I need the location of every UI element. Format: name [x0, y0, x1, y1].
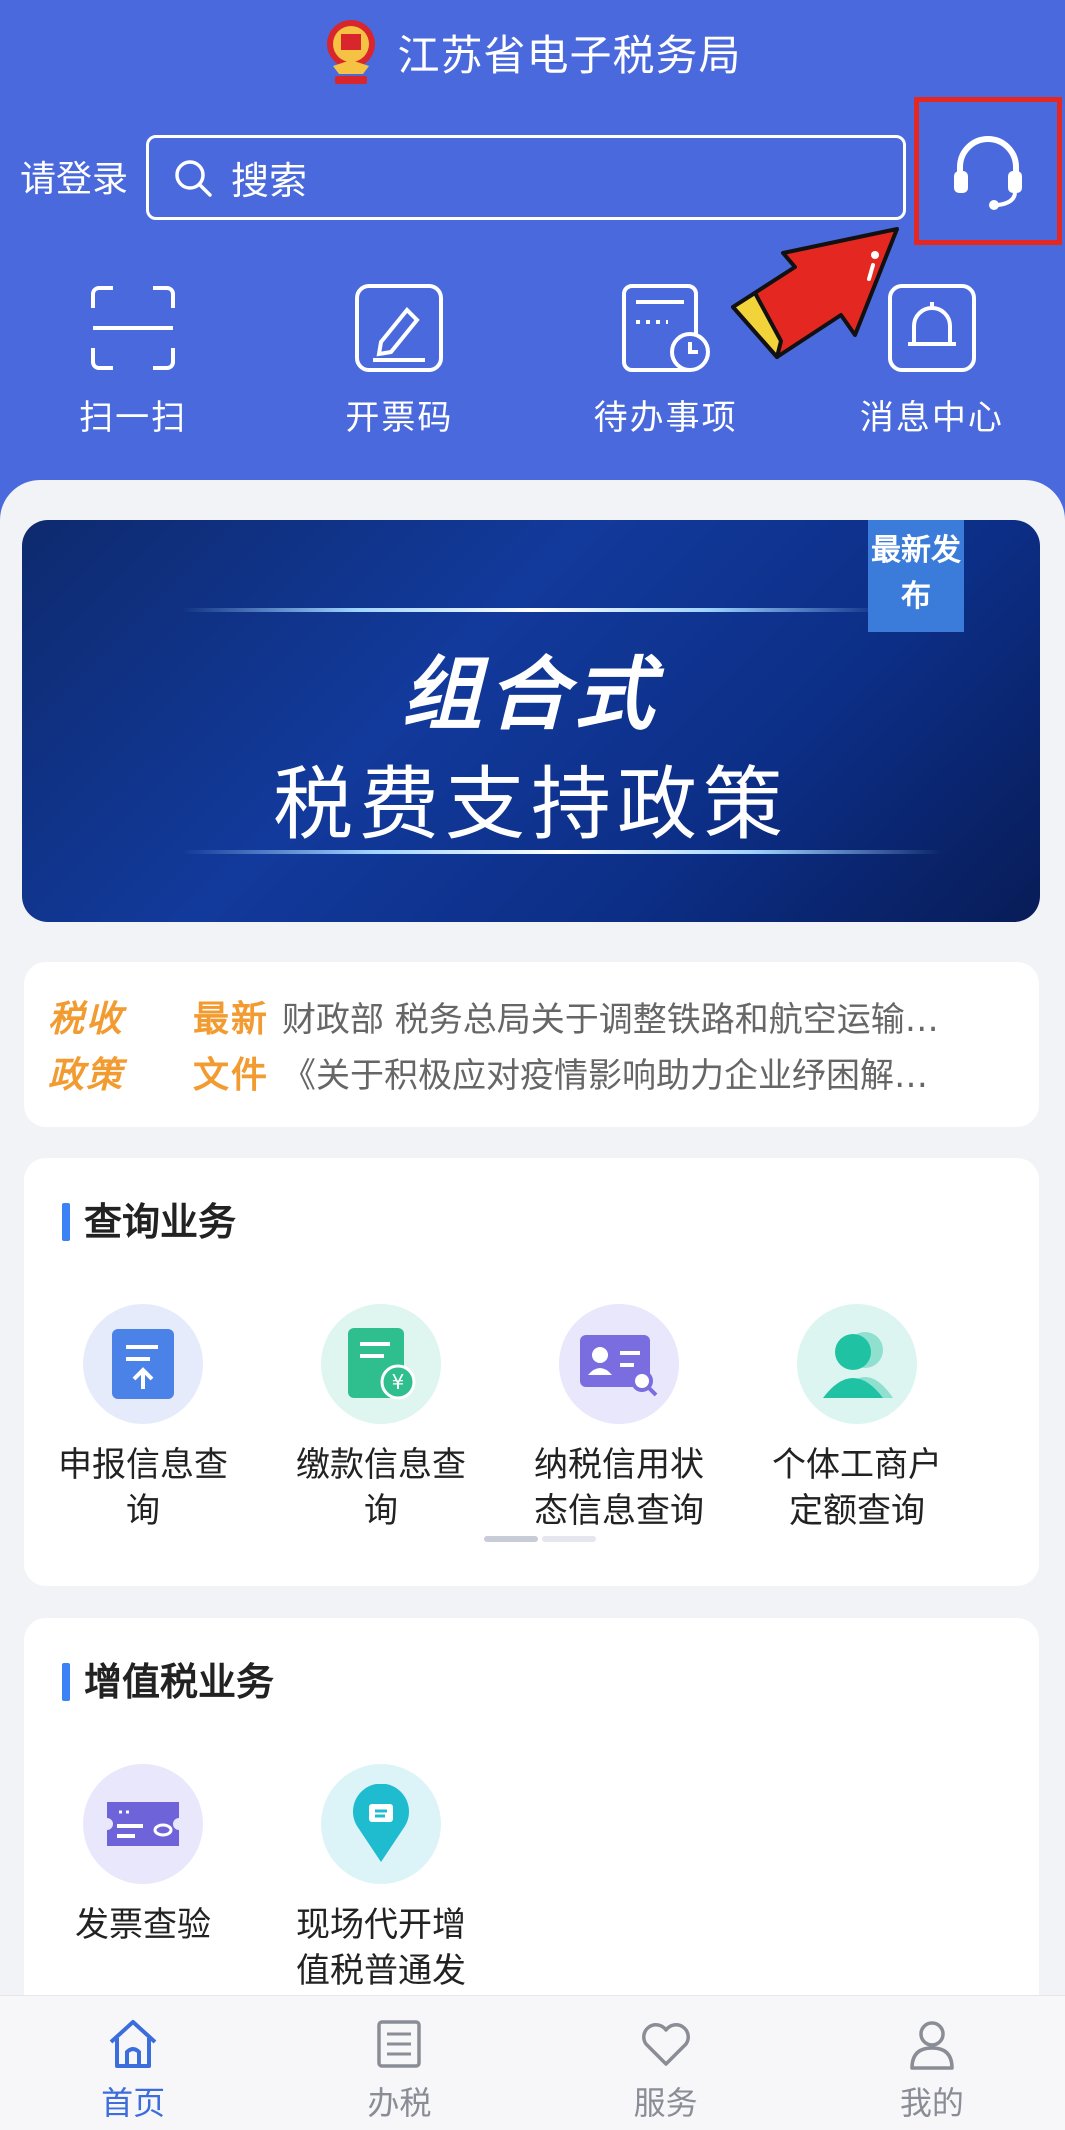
quick-action-messages[interactable]: 消息中心 — [799, 280, 1065, 450]
title-bar: 江苏省电子税务局 — [0, 12, 1065, 92]
banner-subheadline: 税费支持政策 — [273, 758, 789, 851]
tab-label: 我的 — [899, 2084, 964, 2122]
bottom-tab-bar: 首页 办税 服务 我的 — [0, 1995, 1065, 2130]
service-credit-query[interactable]: 纳税信用状态信息查询 — [500, 1304, 738, 1534]
banner-light-line — [182, 608, 882, 612]
quick-action-scan[interactable]: 扫一扫 — [0, 280, 266, 450]
banner-tag: 最新发布 — [868, 520, 964, 632]
service-quota-query[interactable]: 个体工商户定额查询 — [738, 1304, 976, 1534]
section-title: 增值税业务 — [62, 1658, 274, 1706]
list-icon — [377, 2020, 422, 2068]
search-input[interactable]: 搜索 — [146, 135, 906, 220]
service-label: 现场代开增值税普通发 — [296, 1905, 466, 1991]
quick-action-label: 扫一扫 — [79, 398, 188, 438]
person-icon — [797, 1304, 917, 1424]
quick-action-invoice-code[interactable]: 开票码 — [266, 280, 532, 450]
scan-icon — [91, 286, 176, 370]
tab-mine[interactable]: 我的 — [799, 1996, 1065, 2130]
news-badge-latest: 最新文件 — [193, 999, 270, 1096]
quick-action-todo[interactable]: 待办事项 — [533, 280, 799, 450]
home-icon — [109, 2020, 157, 2068]
invoice-check-icon — [83, 1764, 203, 1884]
login-link[interactable]: 请登录 — [20, 150, 128, 202]
tab-home[interactable]: 首页 — [0, 1996, 266, 2130]
search-icon — [175, 159, 212, 197]
tab-label: 服务 — [633, 2084, 698, 2122]
service-invoice-check[interactable]: 发票查验 — [24, 1764, 262, 1994]
news-ticker[interactable]: 税收政策 最新文件 财政部 税务总局关于调整铁路和航空运输… 《关于积极应对疫情… — [24, 962, 1039, 1127]
tab-label: 首页 — [101, 2084, 166, 2122]
headset-icon — [954, 136, 1022, 210]
page-indicator — [484, 1536, 596, 1542]
service-label: 缴款信息查询 — [296, 1445, 466, 1531]
quick-action-label: 开票码 — [345, 398, 454, 438]
service-onsite-invoice[interactable]: 现场代开增值税普通发 — [262, 1764, 500, 1994]
todo-icon — [621, 284, 710, 372]
tab-services[interactable]: 服务 — [533, 1996, 799, 2130]
bell-icon — [887, 284, 976, 372]
heart-icon — [641, 2023, 690, 2066]
query-services-grid: 申报信息查询 ¥ 缴款信息查询 纳税信用状态信息查询 个体工商户定额查询 — [24, 1304, 1039, 1534]
payment-icon: ¥ — [321, 1304, 441, 1424]
service-label: 发票查验 — [75, 1905, 211, 1945]
svg-text:¥: ¥ — [392, 1370, 405, 1394]
credit-card-icon — [559, 1304, 679, 1424]
invoice-code-icon — [355, 284, 444, 372]
policy-banner[interactable]: 最新发布 组合式 税费支持政策 — [22, 520, 1040, 922]
news-badge-policy: 税收政策 — [48, 999, 125, 1096]
tab-tax[interactable]: 办税 — [266, 1996, 532, 2130]
service-declaration-query[interactable]: 申报信息查询 — [24, 1304, 262, 1534]
service-label: 纳税信用状态信息查询 — [534, 1445, 704, 1531]
service-label: 个体工商户定额查询 — [772, 1445, 942, 1531]
banner-headline: 组合式 — [402, 648, 660, 741]
tab-label: 办税 — [367, 2084, 432, 2122]
page-indicator-dot-active — [484, 1536, 538, 1542]
news-badge: 税收政策 最新文件 — [48, 992, 278, 1102]
section-title: 查询业务 — [62, 1198, 236, 1246]
service-payment-query[interactable]: ¥ 缴款信息查询 — [262, 1304, 500, 1534]
quick-action-label: 消息中心 — [859, 398, 1004, 438]
news-item[interactable]: 《关于积极应对疫情影响助力企业纾困解… — [282, 1048, 1022, 1097]
query-services-card: 查询业务 申报信息查询 ¥ 缴款信息查询 纳税信用状态信息查询 个体工商户定额查… — [24, 1158, 1039, 1586]
declaration-icon — [83, 1304, 203, 1424]
service-label: 申报信息查询 — [58, 1445, 228, 1531]
vat-services-grid: 发票查验 现场代开增值税普通发 — [24, 1764, 1039, 1994]
news-item[interactable]: 财政部 税务总局关于调整铁路和航空运输… — [282, 992, 1022, 1041]
quick-action-label: 待办事项 — [593, 398, 738, 438]
vat-services-card: 增值税业务 发票查验 现场代开增值税普通发 — [24, 1618, 1039, 2038]
tax-emblem-icon — [327, 20, 376, 84]
page-indicator-dot — [542, 1536, 596, 1542]
search-placeholder: 搜索 — [231, 159, 308, 203]
user-icon — [910, 2021, 954, 2070]
location-invoice-icon — [321, 1764, 441, 1884]
app-title: 江苏省电子税务局 — [397, 30, 742, 80]
quick-actions: 扫一扫 开票码 待办事项 消息中心 — [0, 280, 1065, 450]
customer-service-button[interactable] — [914, 97, 1062, 245]
